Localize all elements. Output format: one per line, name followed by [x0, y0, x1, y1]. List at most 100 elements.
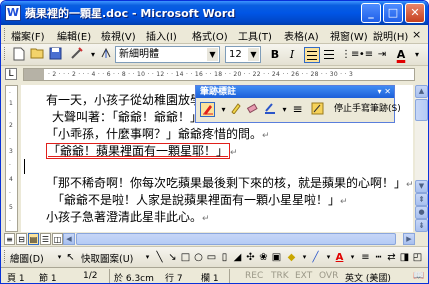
menu-edit[interactable]: 編輯(E) [57, 28, 91, 43]
select-objects-icon[interactable]: ↖ [64, 251, 77, 264]
highlighter-icon[interactable] [228, 102, 243, 117]
menu-view[interactable]: 檢視(V) [101, 28, 136, 43]
save-icon[interactable] [47, 47, 63, 63]
ink-toolbar-close-icon[interactable]: ▾ ✕ [377, 86, 391, 98]
draw-menu-button[interactable]: 繪圖(D) [10, 251, 44, 265]
word-app-icon[interactable]: W [5, 5, 21, 21]
oval-tool-icon[interactable]: ○ [192, 251, 205, 264]
horizontal-scrollbar[interactable]: ◀ ▶ [63, 233, 415, 245]
numbering-icon[interactable]: ⋮≡ [341, 47, 359, 63]
font-size-dropdown-icon[interactable]: ▼ [248, 48, 259, 61]
scroll-left-icon[interactable]: ◀ [63, 233, 75, 245]
ink-toolbar-title-bar[interactable]: 筆跡標註 ▾ ✕ [196, 86, 394, 98]
doc-line-2: 大聲叫著：「爺爺！爺爺！」↵ [52, 110, 210, 124]
line-style-icon[interactable]: ≡ [290, 102, 305, 117]
font-size-select[interactable]: 12 ▼ [225, 46, 261, 63]
scroll-down-icon[interactable]: ▼ [415, 180, 428, 193]
web-layout-view-icon[interactable]: ⊟ [16, 233, 27, 245]
normal-view-icon[interactable]: ≡ [4, 233, 15, 245]
pen-icon[interactable] [200, 102, 215, 117]
fill-color-icon[interactable]: ◆ [285, 251, 298, 264]
justify-icon[interactable] [321, 47, 337, 63]
font-color-icon[interactable]: A [393, 47, 409, 63]
indent-icon[interactable]: ⇥ [374, 47, 390, 63]
menu-help[interactable]: 說明(H) [373, 28, 408, 43]
drawing-font-color-icon[interactable]: A [333, 251, 346, 264]
clip-art-icon[interactable]: ❀ [257, 251, 270, 264]
research-icon[interactable] [68, 47, 84, 63]
text-box-icon[interactable]: ▭ [205, 251, 218, 264]
close-button[interactable]: ✕ [405, 3, 425, 23]
scroll-up-icon[interactable]: ▲ [415, 85, 428, 98]
status-rec[interactable]: REC [245, 271, 263, 281]
diagram-icon[interactable]: ✣ [244, 251, 257, 264]
status-bar: 頁 1 節 1 1/2 於 6.3cm 行 7 欄 1 REC TRK EXT … [1, 267, 428, 283]
arrow-style-icon[interactable]: ⇄ [385, 251, 398, 264]
vertical-scrollbar[interactable]: ▲ ▼ ⇞ ● ⇟ [415, 85, 428, 232]
font-name-dropdown-icon[interactable]: ▼ [207, 48, 218, 61]
status-ext[interactable]: EXT [295, 271, 312, 281]
scroll-right-icon[interactable]: ▶ [403, 233, 415, 245]
italic-button[interactable]: I [284, 47, 300, 63]
line-color-tool-icon[interactable]: ╱ [309, 251, 322, 264]
ink-annotation[interactable]: 「爺爺！蘋果裡面有一顆星耶！」 [46, 143, 231, 159]
vertical-ruler[interactable]: · 1 · 2 · 3 · 4 · 5 · [5, 85, 18, 232]
status-trk[interactable]: TRK [271, 271, 289, 281]
minimize-button[interactable]: _ [361, 3, 381, 23]
word-window: W 蘋果裡的一顆星.doc - Microsoft Word _ □ ✕ 檔案(… [0, 0, 429, 284]
browse-object-icon[interactable]: ● [415, 206, 428, 219]
horizontal-scroll-thumb[interactable] [76, 233, 396, 245]
previous-page-icon[interactable]: ⇞ [415, 193, 428, 206]
menu-tools[interactable]: 工具(T) [238, 28, 272, 43]
rectangle-tool-icon[interactable]: □ [179, 251, 192, 264]
print-layout-view-icon[interactable]: ▤ [28, 233, 39, 245]
reading-layout-view-icon[interactable]: ◫ [52, 233, 63, 245]
spelling-status-icon[interactable]: 📖 [413, 271, 424, 281]
outline-view-icon[interactable]: ☰ [40, 233, 51, 245]
drawing-font-color-chevron-icon[interactable]: ▾ [346, 251, 359, 264]
line-style-tool-icon[interactable]: ≡ [359, 251, 372, 264]
font-color-dropdown-icon[interactable]: ▾ [409, 47, 425, 63]
shadow-style-icon[interactable]: ◨ [398, 251, 411, 264]
dash-style-icon[interactable]: ┅ [372, 251, 385, 264]
annotation-icon[interactable] [310, 102, 325, 117]
toolbar-grip[interactable] [4, 47, 7, 60]
3d-style-icon[interactable]: ◰ [411, 251, 424, 264]
vertical-text-box-icon[interactable]: ▯ [218, 251, 231, 264]
vertical-scroll-thumb[interactable] [415, 99, 428, 121]
drawing-toolbar: 繪圖(D) ▾ ↖ 快取圖案(U) ▾ ╲ ↘ □ ○ ▭ ▯ ◢ ✣ ❀ ▣ … [1, 246, 428, 267]
arrow-tool-icon[interactable]: ↘ [166, 251, 179, 264]
menu-window[interactable]: 視窗(W) [330, 28, 368, 43]
new-document-icon[interactable] [11, 47, 27, 63]
eraser-icon[interactable] [244, 102, 259, 117]
menu-insert[interactable]: 插入(I) [146, 28, 177, 43]
menu-grip[interactable] [4, 28, 7, 41]
ruler-row: L · 2 · · · 2 · · · 4 · · 6 · · 8 · · 10… [1, 66, 428, 83]
status-page-of: 1/2 [83, 271, 98, 281]
bullets-icon[interactable]: •≡ [358, 47, 374, 63]
document-close-icon[interactable]: × [412, 28, 421, 41]
style-icon[interactable] [98, 47, 114, 63]
drawing-toolbar-grip[interactable] [4, 250, 7, 263]
status-ovr[interactable]: OVR [319, 271, 338, 281]
wordart-icon[interactable]: ◢ [231, 251, 244, 264]
open-folder-icon[interactable] [29, 47, 45, 63]
tab-selector-icon[interactable]: L [5, 68, 17, 80]
menu-format[interactable]: 格式(O) [192, 28, 228, 43]
stop-inking-button[interactable]: 停止手寫筆跡(S) [334, 102, 401, 117]
font-size-value: 12 [229, 49, 242, 60]
bold-button[interactable]: B [267, 47, 283, 63]
font-name-select[interactable]: 新細明體 ▼ [115, 46, 220, 63]
insert-picture-icon[interactable]: ▣ [270, 251, 283, 264]
text-cursor [24, 159, 25, 174]
line-color-icon[interactable] [262, 102, 277, 117]
menu-file[interactable]: 檔案(F) [11, 28, 45, 43]
maximize-button[interactable]: □ [383, 3, 403, 23]
next-page-icon[interactable]: ⇟ [415, 219, 428, 232]
menu-table[interactable]: 表格(A) [284, 28, 319, 43]
status-divider [229, 269, 230, 283]
line-tool-icon[interactable]: ╲ [153, 251, 166, 264]
horizontal-ruler[interactable]: · 2 · · · 2 · · · 4 · · 6 · · 8 · · 10 ·… [23, 68, 415, 81]
autoshapes-button[interactable]: 快取圖案(U) [81, 251, 133, 265]
align-left-icon[interactable] [304, 47, 320, 63]
